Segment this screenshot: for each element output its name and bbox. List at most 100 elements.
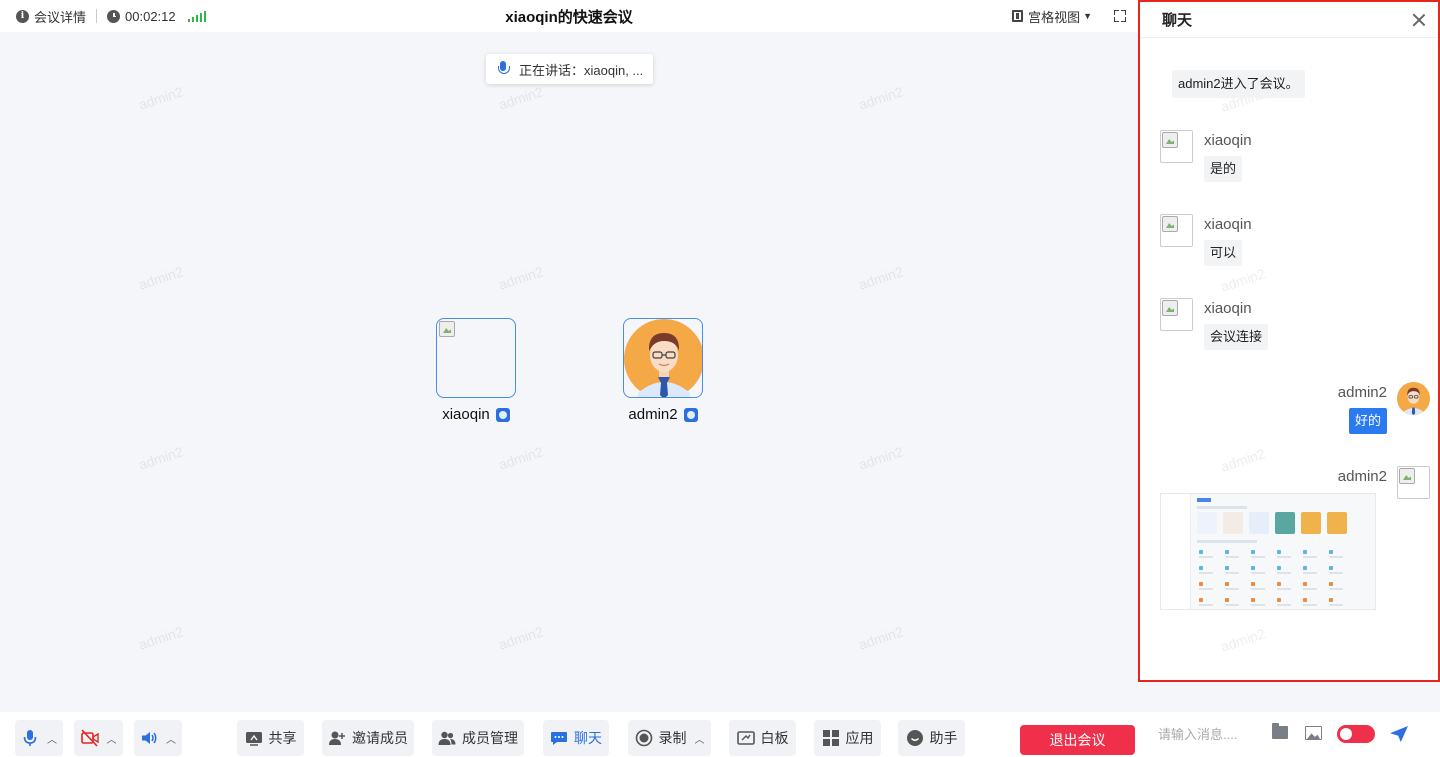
exit-meeting-button[interactable]: 退出会议 [1020, 725, 1135, 755]
screenshot-decoration [1197, 512, 1217, 534]
screenshot-file-dot [1199, 582, 1203, 586]
apps-icon [822, 730, 839, 746]
share-label: 共享 [268, 730, 297, 746]
watermark-text: admin2 [856, 263, 906, 293]
record-icon [635, 729, 652, 747]
speaker-button[interactable]: ︿ [134, 720, 182, 756]
screenshot-file-dot [1303, 598, 1307, 602]
participant-name-row: xiaoqin [436, 406, 516, 423]
participant-tile-admin2[interactable]: admin2 [623, 318, 703, 423]
screenshot-file-dot [1251, 582, 1255, 586]
members-icon [438, 731, 456, 745]
share-button[interactable]: 共享 [237, 720, 304, 756]
grid-view-icon [1012, 10, 1024, 22]
microphone-icon [23, 730, 37, 746]
watermark-text: admin2 [856, 83, 906, 113]
screenshot-file-dot [1251, 566, 1255, 570]
screenshot-file-dot [1199, 598, 1203, 602]
broken-image-icon [1162, 132, 1178, 148]
camera-button[interactable]: ︿ [74, 720, 123, 756]
participant-name: admin2 [628, 406, 678, 423]
screenshot-file-dot [1251, 598, 1255, 602]
folder-icon[interactable] [1272, 723, 1288, 739]
manage-members-label: 成员管理 [462, 730, 518, 746]
image-icon[interactable] [1305, 726, 1322, 740]
screenshot-file-caption [1199, 572, 1213, 574]
screenshot-file-caption [1277, 556, 1291, 558]
close-icon[interactable] [1412, 13, 1426, 27]
send-icon[interactable] [1390, 726, 1408, 742]
assistant-icon [906, 730, 923, 746]
system-message: admin2进入了会议。 [1172, 70, 1305, 98]
screenshot-file-caption [1225, 588, 1239, 590]
screenshot-file-caption [1251, 588, 1265, 590]
sender-avatar [1160, 214, 1193, 247]
screenshot-file-dot [1199, 550, 1203, 554]
message-input[interactable] [1158, 722, 1268, 746]
watermark-text: admin2 [1218, 625, 1268, 655]
record-button[interactable]: 录制 ︿ [628, 720, 711, 756]
watermark-text: admin2 [496, 83, 546, 113]
screenshot-file-dot [1277, 598, 1281, 602]
sender-avatar [1160, 130, 1193, 163]
screenshot-decoration [1197, 506, 1247, 509]
screenshot-file-dot [1199, 566, 1203, 570]
microphone-button[interactable]: ︿ [15, 720, 63, 756]
meeting-details-button[interactable]: i 会议详情 [16, 7, 86, 26]
chat-title: 聊天 [1162, 12, 1193, 29]
chevron-up-icon[interactable]: ︿ [107, 731, 117, 746]
participant-tile-xiaoqin[interactable]: xiaoqin [436, 318, 516, 423]
screenshot-file-caption [1199, 588, 1213, 590]
watermark-text: admin2 [496, 443, 546, 473]
screenshot-file-dot [1277, 566, 1281, 570]
fullscreen-icon[interactable] [1114, 10, 1126, 22]
whiteboard-icon [736, 731, 755, 745]
view-mode-dropdown[interactable]: 宫格视图 ▼ [1012, 7, 1092, 26]
chat-label: 聊天 [574, 730, 602, 746]
top-bar-left: i 会议详情 00:02:12 [0, 7, 206, 26]
screenshot-decoration [1223, 512, 1243, 534]
apps-button[interactable]: 应用 [814, 720, 881, 756]
chevron-up-icon[interactable]: ︿ [695, 731, 705, 746]
participant-name-row: admin2 [623, 406, 703, 423]
watermark-text: admin2 [1218, 445, 1268, 475]
invite-members-button[interactable]: 邀请成员 [322, 720, 414, 756]
host-badge-icon [495, 407, 510, 422]
sender-name: admin2 [1337, 468, 1387, 485]
screenshot-file-caption [1199, 604, 1213, 606]
screenshot-file-dot [1329, 598, 1333, 602]
top-bar: i 会议详情 00:02:12 xiaoqin的快速会议 宫格视图 ▼ [0, 0, 1138, 32]
active-speaker-indicator: 正在讲话：xiaoqin, ... [486, 54, 653, 84]
screenshot-file-dot [1251, 550, 1255, 554]
screenshot-file-dot [1225, 566, 1229, 570]
manage-members-button[interactable]: 成员管理 [432, 720, 524, 756]
screenshot-file-dot [1225, 582, 1229, 586]
camera-off-icon [80, 729, 99, 747]
invite-members-label: 邀请成员 [352, 730, 408, 746]
chat-input-bar [1138, 712, 1440, 757]
whiteboard-button[interactable]: 白板 [729, 720, 796, 756]
screenshot-file-caption [1329, 572, 1343, 574]
screenshot-file-caption [1251, 556, 1265, 558]
message-bubble: 好的 [1348, 408, 1387, 434]
screenshot-file-caption [1329, 604, 1343, 606]
screenshot-file-caption [1251, 604, 1265, 606]
bottom-toolbar: ︿ ︿ ︿ 共享 邀请成员 成员管理 聊天 录制 ︿ 白板 应用 助手 退出会议 [0, 712, 1138, 757]
sender-name: admin2 [1337, 384, 1387, 401]
screenshot-image-message[interactable] [1160, 493, 1376, 610]
watermark-text: admin2 [136, 263, 186, 293]
watermark-text: admin2 [496, 623, 546, 653]
chevron-up-icon[interactable]: ︿ [166, 731, 176, 746]
chat-panel: 聊天 admin2 admin2 admin2 admin2 admin2进入了会议。… [1138, 0, 1440, 682]
chevron-up-icon[interactable]: ︿ [47, 731, 57, 746]
toggle-switch[interactable] [1337, 725, 1375, 743]
chat-button[interactable]: 聊天 [543, 720, 609, 756]
screenshot-file-caption [1329, 588, 1343, 590]
sender-name: xiaoqin [1204, 216, 1252, 233]
screenshot-file-caption [1199, 556, 1213, 558]
broken-image-icon [1162, 300, 1178, 316]
user-avatar-icon [1397, 382, 1430, 415]
screenshot-file-caption [1303, 556, 1317, 558]
screenshot-decoration [1249, 512, 1269, 534]
assistant-button[interactable]: 助手 [898, 720, 965, 756]
